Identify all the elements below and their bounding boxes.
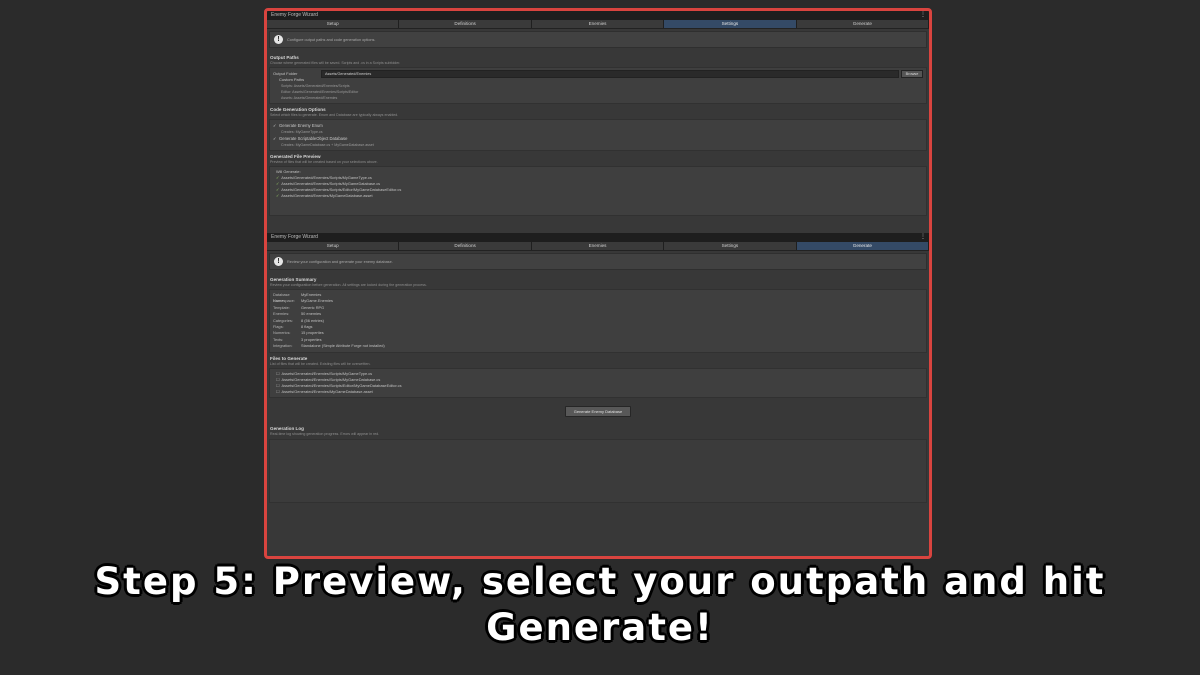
info-box: ! Review your configuration and generate… xyxy=(269,253,927,270)
output-paths-title: Output Paths xyxy=(270,55,299,60)
tab-enemies[interactable]: Enemies xyxy=(531,242,665,250)
file-icon: ☐ xyxy=(276,388,280,394)
file-icon: ☐ xyxy=(276,370,280,376)
summary-title: Generation Summary xyxy=(270,277,317,282)
generation-log-area[interactable] xyxy=(269,438,927,503)
window-titlebar: Enemy Forge Wizard ⋮ xyxy=(267,11,929,20)
output-paths-box: Output Folder Assets/Generated/Enemies B… xyxy=(269,67,927,104)
tab-enemies[interactable]: Enemies xyxy=(531,20,665,28)
settings-panel: Enemy Forge Wizard ⋮ Setup Definitions E… xyxy=(267,11,929,233)
tab-generate[interactable]: Generate xyxy=(796,20,929,28)
tab-settings[interactable]: Settings xyxy=(664,20,797,28)
generate-database-checkbox[interactable]: ✓ Generate ScriptableObject Database xyxy=(273,135,923,142)
generate-database-sub: Creates: MyGameDatabase.cs + MyGameDatab… xyxy=(281,143,374,147)
info-box: ! Configure output paths and code genera… xyxy=(269,31,927,48)
tab-definitions[interactable]: Definitions xyxy=(399,242,532,250)
summary-row: Integration: Standalone (Simple Attribute… xyxy=(273,343,385,349)
tab-settings[interactable]: Settings xyxy=(664,242,797,250)
file-icon: ☐ xyxy=(276,382,280,388)
tab-setup[interactable]: Setup xyxy=(267,20,400,28)
check-icon: ✓ xyxy=(276,187,280,192)
wizard-screenshot-frame: Enemy Forge Wizard ⋮ Setup Definitions E… xyxy=(264,8,932,559)
info-text: Configure output paths and code generati… xyxy=(287,37,376,42)
log-title: Generation Log xyxy=(270,425,304,431)
tab-bar: Setup Definitions Enemies Settings Gener… xyxy=(267,20,929,29)
check-icon: ✓ xyxy=(276,175,280,180)
window-menu-icon[interactable]: ⋮ xyxy=(920,233,926,242)
generate-panel: Enemy Forge Wizard ⋮ Setup Definitions E… xyxy=(267,233,929,556)
tab-bar: Setup Definitions Enemies Settings Gener… xyxy=(267,242,929,251)
browse-button[interactable]: Browse xyxy=(901,69,923,78)
summary-box: Database Name: MyEnemies Namespace: MyGame… xyxy=(269,289,927,353)
tab-setup[interactable]: Setup xyxy=(267,242,400,250)
output-folder-field[interactable]: Assets/Generated/Enemies xyxy=(321,69,899,78)
generate-enum-label: Generate Enemy Enum xyxy=(279,123,323,128)
list-item: ☐ Assets/Generated/Enemies/MyGameDatabase… xyxy=(276,388,373,394)
assets-path: Assets: Assets/Generated/Enemies xyxy=(281,96,338,100)
tab-definitions[interactable]: Definitions xyxy=(399,20,532,28)
window-menu-icon[interactable]: ⋮ xyxy=(920,11,926,20)
output-folder-label: Output Folder xyxy=(273,71,298,76)
info-icon: ! xyxy=(274,35,283,44)
preview-box: Will Generate: ✓ Assets/Generated/Enemies… xyxy=(269,166,927,216)
tab-generate[interactable]: Generate xyxy=(796,242,929,250)
window-titlebar: Enemy Forge Wizard ⋮ xyxy=(267,233,929,242)
file-icon: ☐ xyxy=(276,376,280,382)
window-title: Enemy Forge Wizard xyxy=(271,12,318,18)
generate-database-label: Generate ScriptableObject Database xyxy=(279,136,348,141)
codegen-title: Code Generation Options xyxy=(270,107,326,112)
check-icon: ✓ xyxy=(276,181,280,186)
caption-line-2: Generate! xyxy=(486,606,714,649)
info-text: Review your configuration and generate y… xyxy=(287,259,393,264)
window-title: Enemy Forge Wizard xyxy=(271,234,318,240)
list-item: ✓ Assets/Generated/Enemies/MyGameDatabase… xyxy=(276,193,373,198)
generate-enum-checkbox[interactable]: ✓ Generate Enemy Enum xyxy=(273,122,923,129)
info-icon: ! xyxy=(274,257,283,266)
files-box: ☐ Assets/Generated/Enemies/Scripts/MyGame… xyxy=(269,367,927,398)
files-title: Files to Generate xyxy=(270,355,308,361)
codegen-box: ✓ Generate Enemy Enum Creates: MyGameType… xyxy=(269,119,927,151)
preview-title: Generated File Preview xyxy=(270,154,321,159)
log-desc: Real-time log showing generation progres… xyxy=(270,431,380,436)
check-icon: ✓ xyxy=(276,193,280,198)
caption-line-1: Step 5: Preview, select your outpath and… xyxy=(94,560,1106,603)
generate-enemy-database-button[interactable]: Generate Enemy Database xyxy=(565,405,631,417)
